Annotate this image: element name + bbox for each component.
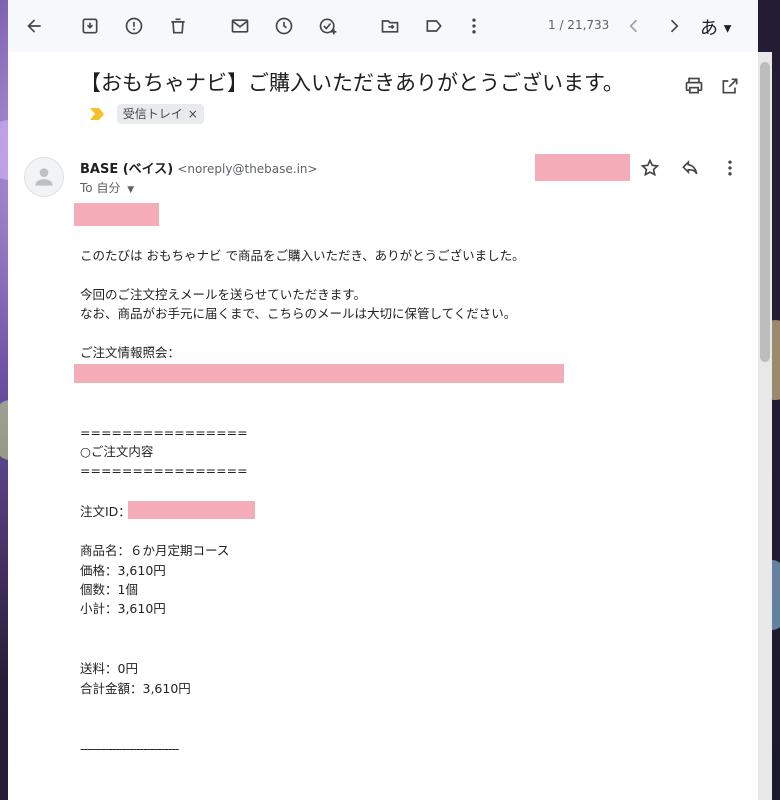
open-in-new-window-icon[interactable] [718,74,742,98]
report-spam-icon[interactable] [120,12,148,40]
shipping-fee: 送料：0円 [80,661,138,676]
delete-icon[interactable] [164,12,192,40]
move-to-icon[interactable] [376,12,404,40]
sender-address: <noreply@thebase.in> [177,162,318,176]
archive-icon[interactable] [76,12,104,40]
sender-avatar [24,157,64,197]
body-paragraph-2a: 今回のご注文控えメールを送らせていただきます。 [80,287,367,302]
product-price: 価格：3,610円 [80,563,166,578]
newer-icon[interactable] [620,12,648,40]
product-subtotal: 小計：3,610円 [80,601,166,616]
scrollbar[interactable] [758,52,772,800]
more-vert-icon[interactable] [718,156,742,180]
recipient-label: To 自分 [80,181,121,195]
label-chip-text: 受信トレイ [122,107,183,121]
ime-label: あ [700,18,718,39]
section-heading: ○ご注文内容 [80,444,154,459]
chevron-down-icon[interactable]: ▼ [127,185,134,195]
back-arrow-icon[interactable] [20,12,48,40]
print-icon[interactable] [682,74,706,98]
more-vert-icon[interactable] [460,12,488,40]
order-inquiry-label: ご注文情報照会： [80,345,181,360]
pager-count: 1 / 21,733 [548,18,610,32]
redacted-recipient-name [74,203,159,226]
message-toolbar: 1 / 21,733 あ ▼ [8,0,758,52]
redacted-order-id [128,501,255,519]
separator: ================ [80,425,248,440]
product-quantity: 個数：1個 [80,582,138,597]
sender-name[interactable]: BASE (ベイス) [80,162,173,177]
order-id-label: 注文ID： [80,504,131,519]
star-icon[interactable] [638,156,662,180]
chevron-down-icon: ▼ [723,23,732,35]
redacted-inquiry-url[interactable] [74,364,564,383]
recipient-details[interactable]: To 自分 ▼ [80,179,134,196]
scrollbar-thumb[interactable] [760,62,770,362]
older-icon[interactable] [660,12,688,40]
person-icon [35,168,53,186]
email-window: 1 / 21,733 あ ▼ 【おもちゃナビ】ご購入いただきありがとうございます… [8,0,758,800]
mark-unread-icon[interactable] [226,12,254,40]
separator: ---------------------------- [80,741,179,756]
label-icon[interactable] [420,12,448,40]
subject-text: 【おもちゃナビ】ご購入いただきありがとうございます。 [80,71,624,95]
sender-line: BASE (ベイス) <noreply@thebase.in> [80,158,318,177]
order-total: 合計金額：3,610円 [80,681,191,696]
snooze-icon[interactable] [270,12,298,40]
body-paragraph-1: このたびは おもちゃナビ で商品をご購入いただき、ありがとうございました。 [80,248,525,263]
email-subject: 【おもちゃナビ】ご購入いただきありがとうございます。 受信トレイ × [80,68,640,128]
redacted-date [535,154,630,181]
product-name: 商品名：６か月定期コース [80,543,230,558]
body-paragraph-2b: なお、商品がお手元に届くまで、こちらのメールは大切に保管してください。 [80,306,517,321]
add-task-icon[interactable] [314,12,342,40]
close-icon[interactable]: × [188,105,198,123]
reply-icon[interactable] [678,156,702,180]
separator: ================ [80,463,248,478]
label-chip-inbox[interactable]: 受信トレイ × [116,104,204,124]
important-marker-icon[interactable] [90,108,104,120]
input-method-selector[interactable]: あ ▼ [700,14,731,40]
